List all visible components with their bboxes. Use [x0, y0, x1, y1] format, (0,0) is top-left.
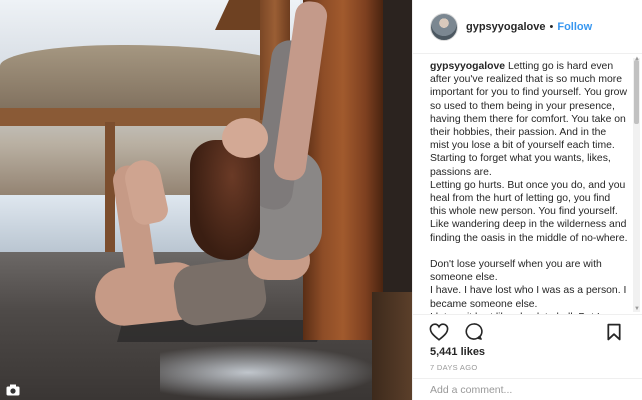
photo-log-stump — [372, 292, 412, 400]
figure-face — [222, 118, 268, 158]
photo-floor-snow — [160, 345, 380, 400]
likes-count[interactable]: 5,441 likes — [430, 346, 485, 358]
caption-text: Letting go is hard even after you've rea… — [430, 61, 628, 314]
caption-scrollbar[interactable] — [633, 58, 640, 312]
post-info-panel: gypsyyogalove • Follow gypsyyogalove Let… — [412, 0, 642, 400]
comment-input[interactable] — [430, 383, 620, 396]
photo-hills — [0, 45, 300, 115]
photo-railing-post — [105, 122, 115, 262]
caption-scroll-area[interactable]: gypsyyogalove Letting go is hard even af… — [413, 54, 642, 314]
username-link[interactable]: gypsyyogalove — [466, 21, 545, 33]
comment-box — [413, 378, 642, 400]
comment-icon — [465, 323, 483, 340]
action-bar — [413, 314, 642, 348]
avatar[interactable] — [430, 12, 458, 41]
save-button[interactable] — [603, 321, 625, 343]
caption-username[interactable]: gypsyyogalove — [430, 61, 505, 72]
follow-button[interactable]: Follow — [557, 21, 592, 33]
like-button[interactable] — [428, 321, 450, 343]
bookmark-icon — [607, 323, 621, 341]
post-photo[interactable] — [0, 0, 412, 400]
comment-button[interactable] — [462, 321, 484, 343]
scroll-up-arrow-icon[interactable]: ▲ — [634, 56, 640, 62]
scrollbar-thumb[interactable] — [634, 60, 639, 124]
heart-icon — [429, 322, 449, 341]
camera-icon — [6, 384, 20, 396]
caption: gypsyyogalove Letting go is hard even af… — [430, 60, 628, 314]
scroll-down-arrow-icon[interactable]: ▼ — [634, 306, 640, 312]
post-header: gypsyyogalove • Follow — [413, 0, 642, 54]
header-separator: • — [549, 20, 554, 33]
figure-hair — [190, 140, 260, 260]
photo-shadow — [383, 0, 412, 300]
post-timestamp[interactable]: 7 DAYS AGO — [430, 363, 477, 372]
